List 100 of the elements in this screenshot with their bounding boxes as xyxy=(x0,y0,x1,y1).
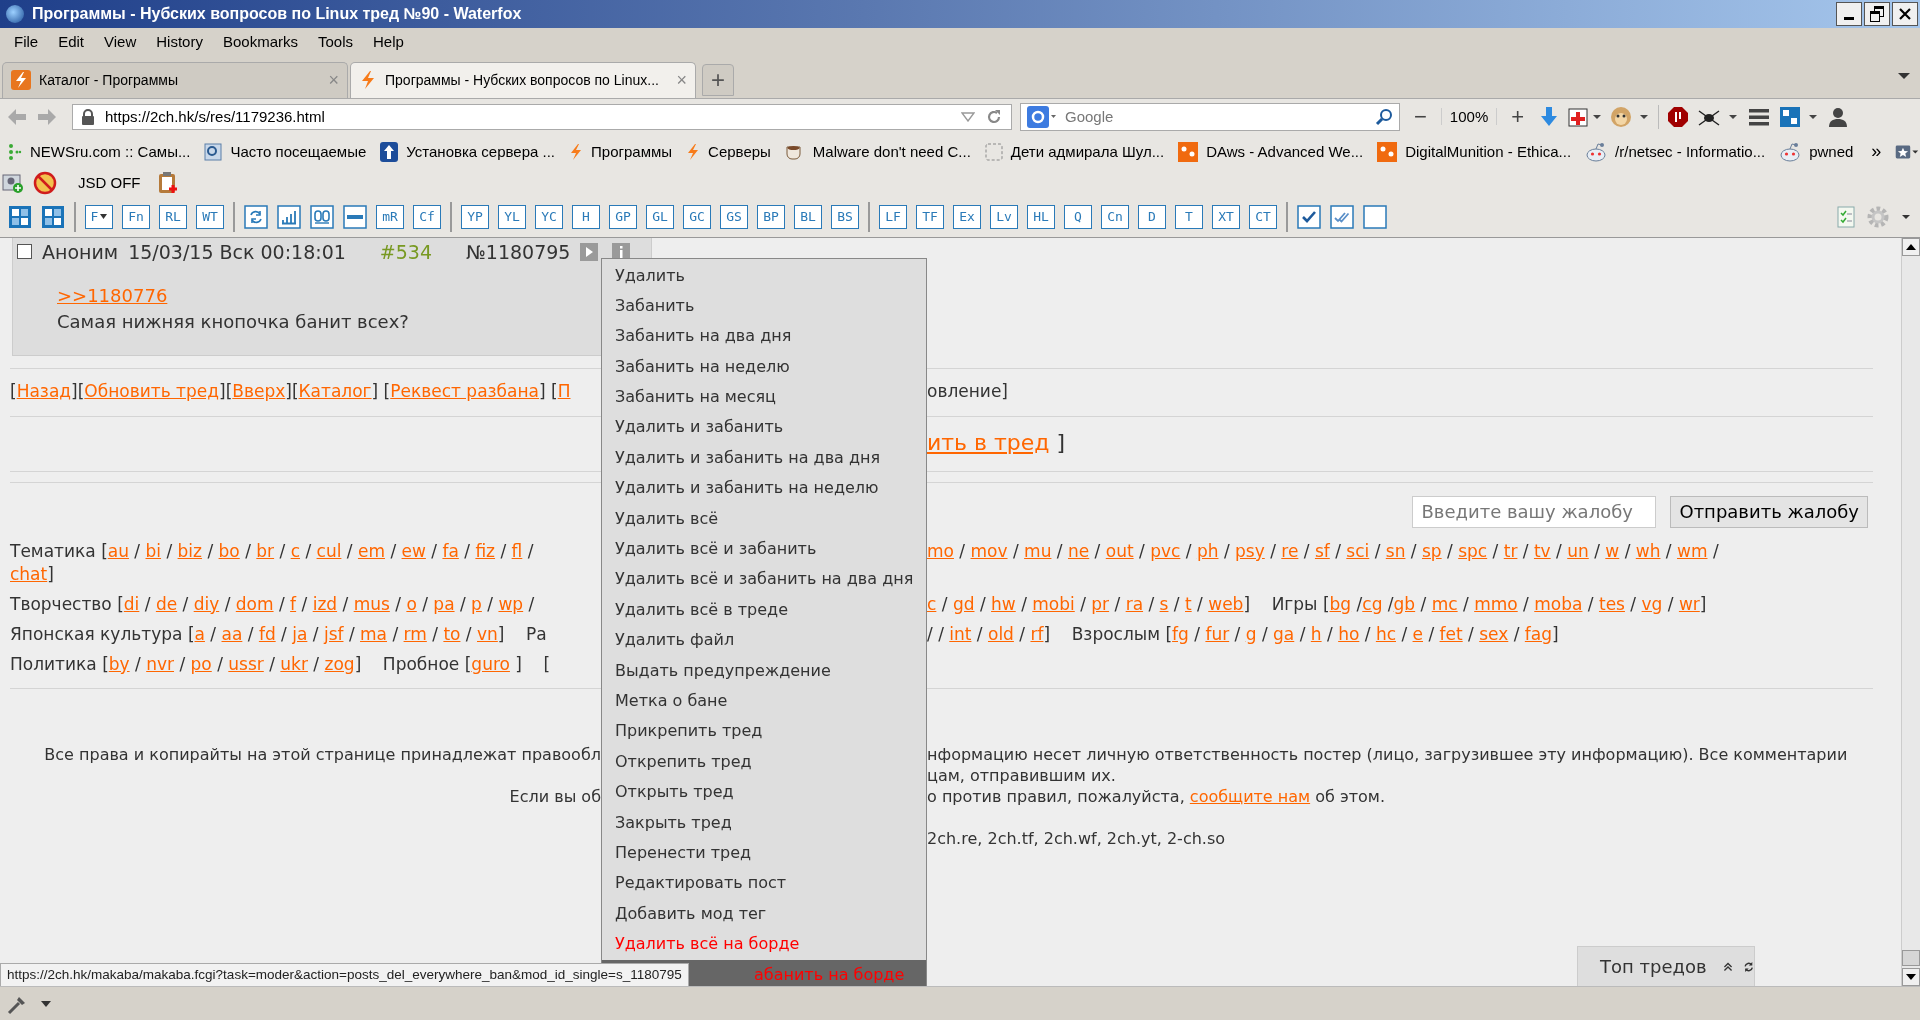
board-link[interactable]: chat xyxy=(10,564,48,584)
board-link[interactable]: fg xyxy=(1172,623,1189,644)
board-link[interactable]: aa xyxy=(221,623,243,644)
menu-item[interactable]: Tools xyxy=(308,33,363,51)
toolbar-button[interactable]: YC xyxy=(535,204,563,229)
bookmark-item[interactable]: Malware don't need C... xyxy=(784,142,971,161)
context-menu-item[interactable]: Удалить всё и забанить на два дня xyxy=(602,564,926,595)
board-link[interactable]: mu xyxy=(1024,540,1052,561)
board-link[interactable]: ne xyxy=(1068,540,1090,561)
board-link[interactable]: guro xyxy=(471,653,510,674)
new-tab-button[interactable]: + xyxy=(702,63,734,96)
board-link[interactable]: bi xyxy=(145,540,162,561)
toolbar-button[interactable]: GP xyxy=(609,204,637,229)
bookmark-item[interactable]: Программы xyxy=(569,142,673,161)
board-link[interactable]: h xyxy=(1310,623,1322,644)
board-link[interactable]: tv xyxy=(1533,540,1551,561)
toolbar-button[interactable]: D xyxy=(1138,204,1166,229)
board-link[interactable]: au xyxy=(107,540,129,561)
board-link[interactable]: f xyxy=(290,593,297,614)
board-link[interactable]: wm xyxy=(1677,540,1708,561)
minus-bar-icon[interactable] xyxy=(343,204,367,229)
board-link[interactable]: fet xyxy=(1439,623,1463,644)
board-link[interactable]: cul xyxy=(316,540,342,561)
context-menu-item[interactable]: Закрыть тред xyxy=(602,807,926,838)
menu-item[interactable]: View xyxy=(94,33,147,51)
menu-item[interactable]: Help xyxy=(363,33,414,51)
board-link[interactable]: wp xyxy=(498,593,524,614)
board-link[interactable]: fiz xyxy=(475,540,496,561)
first-aid-icon[interactable] xyxy=(1568,105,1603,128)
context-menu-item[interactable]: Редактировать пост xyxy=(602,868,926,899)
submit-complaint-button[interactable]: Отправить жалобу xyxy=(1670,495,1868,528)
search-field[interactable]: Google xyxy=(1063,107,1369,127)
zoom-in-button[interactable]: + xyxy=(1505,103,1531,130)
post-number[interactable]: #534 xyxy=(379,240,433,263)
board-link[interactable]: ussr xyxy=(228,653,264,674)
board-link[interactable]: e xyxy=(1412,623,1423,644)
toolbar-button[interactable]: BP xyxy=(757,204,785,229)
board-link[interactable]: de xyxy=(155,593,178,614)
board-link[interactable]: izd xyxy=(312,593,338,614)
toolbar-button[interactable]: RL xyxy=(159,204,187,229)
board-link[interactable]: ph xyxy=(1196,540,1219,561)
bookmark-item[interactable]: DAws - Advanced We... xyxy=(1178,141,1364,162)
board-link[interactable]: mc xyxy=(1431,593,1458,614)
navigation-link[interactable]: Обновить тред xyxy=(84,380,219,401)
refresh-icon[interactable] xyxy=(244,204,268,229)
no-script-icon[interactable] xyxy=(32,170,58,195)
scrollbar-thumb[interactable] xyxy=(1902,950,1920,967)
toolbar-button[interactable]: GL xyxy=(646,204,674,229)
navigation-link[interactable]: Вверх xyxy=(232,380,286,401)
board-link[interactable]: ja xyxy=(292,623,308,644)
more-bookmarks-button[interactable]: » xyxy=(1871,141,1882,163)
eyes-icon[interactable] xyxy=(310,204,334,229)
board-link[interactable]: sci xyxy=(1346,540,1370,561)
person-icon[interactable] xyxy=(1827,105,1850,128)
toolbar-button[interactable]: Cn xyxy=(1101,204,1129,229)
dropdown-arrow-icon[interactable] xyxy=(1900,212,1912,221)
zoom-out-button[interactable]: − xyxy=(1408,103,1433,130)
toolbar-button[interactable]: BS xyxy=(831,204,859,229)
contact-link[interactable]: сообщите нам xyxy=(1189,786,1311,806)
menu-item[interactable]: File xyxy=(4,33,49,51)
board-link[interactable]: wh xyxy=(1635,540,1661,561)
close-button[interactable] xyxy=(1892,1,1918,26)
board-link[interactable]: o xyxy=(406,593,417,614)
board-link[interactable]: mobi xyxy=(1032,593,1075,614)
checkmark-icon[interactable] xyxy=(1297,204,1321,229)
board-link[interactable]: ma xyxy=(360,623,387,644)
context-menu-item[interactable]: Удалить и забанить на неделю xyxy=(602,473,926,504)
scrollbar[interactable] xyxy=(1901,237,1920,987)
scroll-up-icon[interactable] xyxy=(1906,243,1916,250)
navigation-link[interactable]: П xyxy=(557,380,571,401)
context-menu-item[interactable]: Удалить файл xyxy=(602,625,926,656)
context-menu-item[interactable]: Удалить и забанить на два дня xyxy=(602,442,926,474)
context-menu-item[interactable]: Забанить на месяц xyxy=(602,382,926,413)
zoom-level-button[interactable]: 100% xyxy=(1440,108,1498,126)
board-link[interactable]: mov xyxy=(970,540,1008,561)
board-link[interactable]: gd xyxy=(952,593,975,614)
context-menu-item[interactable]: Забанить на неделю xyxy=(602,351,926,383)
board-link[interactable]: web xyxy=(1208,593,1244,614)
toolbar-button[interactable]: WT xyxy=(196,204,224,229)
double-check-icon[interactable] xyxy=(1330,204,1354,229)
board-link[interactable]: psy xyxy=(1235,540,1265,561)
board-link[interactable]: ga xyxy=(1273,623,1295,644)
board-link[interactable]: re xyxy=(1281,540,1299,561)
board-link[interactable]: vg xyxy=(1641,593,1663,614)
board-link[interactable]: ho xyxy=(1338,623,1360,644)
board-link[interactable]: c xyxy=(290,540,300,561)
board-link[interactable]: zog xyxy=(324,653,355,674)
reply-link[interactable]: >>1180776 xyxy=(57,282,168,309)
board-link[interactable]: hc xyxy=(1375,623,1396,644)
board-link[interactable]: po xyxy=(190,653,212,674)
board-link[interactable]: sp xyxy=(1422,540,1442,561)
context-menu-item[interactable]: Удалить всё xyxy=(602,503,926,535)
toolbar-button[interactable]: mR xyxy=(376,204,404,229)
toolbar-button[interactable]: BL xyxy=(794,204,822,229)
context-menu-item[interactable]: Удалить всё в треде xyxy=(602,594,926,626)
board-link[interactable]: di xyxy=(123,593,140,614)
board-link[interactable]: g xyxy=(1245,623,1257,644)
menu-item[interactable]: History xyxy=(146,33,213,51)
shield-icon[interactable] xyxy=(1667,105,1690,128)
search-icon[interactable] xyxy=(1375,107,1393,126)
